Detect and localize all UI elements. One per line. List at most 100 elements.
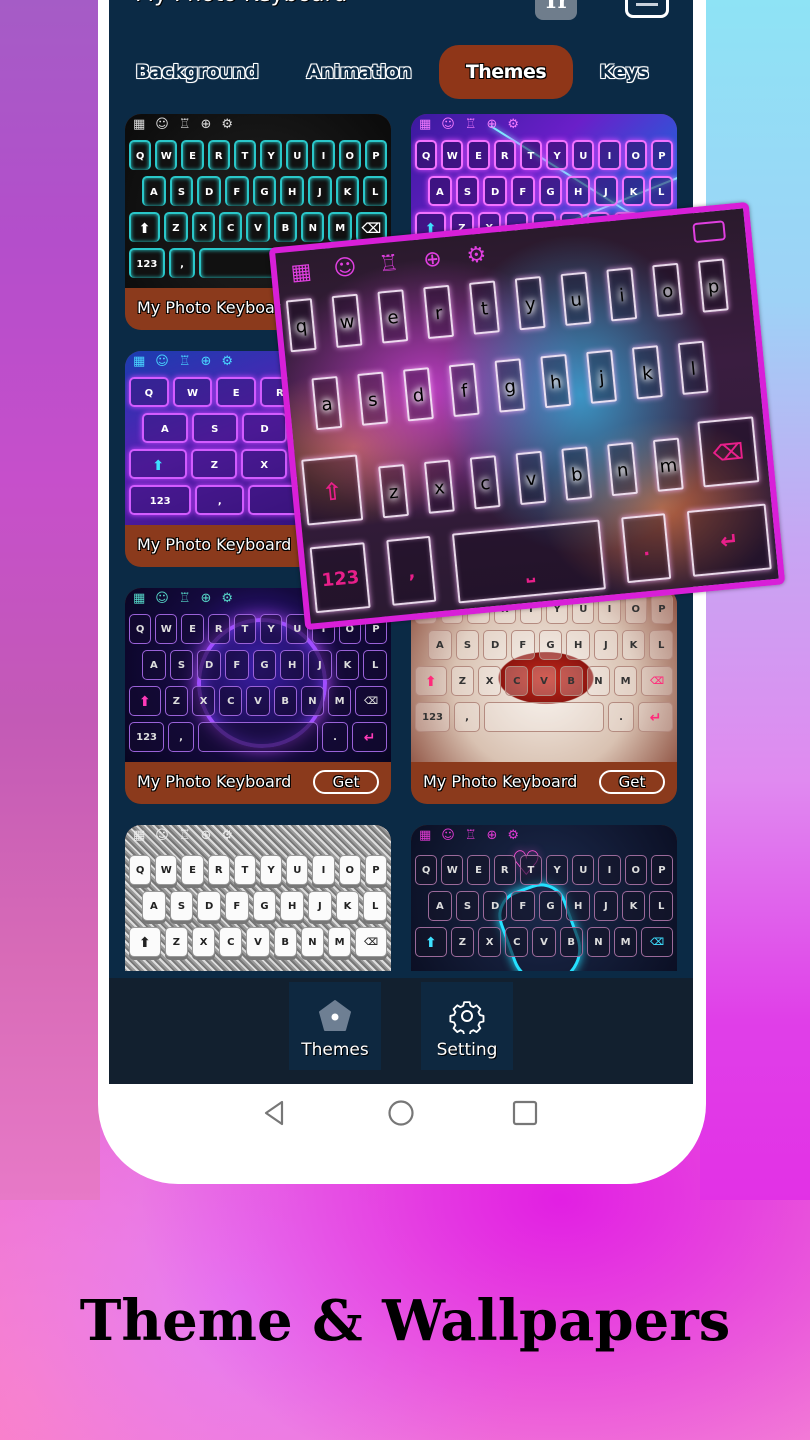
key: J (308, 176, 332, 206)
key: M (328, 212, 352, 242)
key: H (280, 891, 305, 921)
key: f (448, 362, 480, 418)
gear-icon: ⚙ (221, 591, 234, 606)
key: W (155, 140, 178, 170)
key: D (197, 891, 222, 921)
gear-icon: ⚙ (465, 242, 488, 270)
key: L (649, 891, 674, 921)
key: V (532, 666, 556, 696)
key: C (218, 212, 243, 242)
key: D (197, 176, 222, 206)
keyboard-menu-button[interactable] (625, 0, 669, 18)
period-key: . (621, 513, 672, 584)
shift-key: ⬆ (129, 449, 188, 479)
key: N (301, 212, 325, 242)
key: G (538, 176, 563, 206)
key-row-3: ⬆ Z X C V B N M ⌫ (415, 927, 673, 957)
numbers-key: 123 (129, 722, 165, 752)
shirt-icon: ♖ (377, 250, 400, 278)
tab-themes[interactable]: Themes (439, 45, 573, 99)
key: T (233, 140, 257, 170)
key: N (300, 927, 325, 957)
emoji-icon: ☺ (155, 117, 169, 132)
key: P (364, 855, 388, 885)
key-row-1: Q W E R T Y U I O P (415, 140, 674, 170)
key: E (181, 140, 204, 170)
key: Q (129, 855, 152, 885)
key: o (652, 262, 683, 318)
shirt-icon: ♖ (178, 117, 191, 132)
key: K (335, 176, 360, 206)
theme-card[interactable]: ▦ ☺ ♖ ⊕ ⚙ Q W E R T Y U I O P A S D F G … (125, 825, 391, 971)
key: A (428, 630, 452, 660)
key: P (650, 594, 674, 624)
key: I (598, 855, 621, 885)
key: V (532, 927, 556, 957)
apps-icon: ▦ (133, 591, 146, 606)
category-tabs: Background Animation Themes Keys (109, 45, 693, 101)
emoji-icon: ☺ (155, 591, 169, 606)
globe-icon: ⊕ (486, 117, 498, 132)
key: W (172, 377, 213, 407)
enter-key: ↵ (637, 702, 673, 732)
key: X (191, 686, 216, 716)
key: D (483, 891, 508, 921)
key: G (538, 891, 563, 921)
key: I (312, 855, 335, 885)
recents-icon[interactable] (510, 1098, 540, 1128)
nav-item-setting[interactable]: Setting (421, 982, 513, 1070)
theme-card[interactable]: ♡ ▦ ☺ ♖ ⊕ ⚙ Q W E R T Y (411, 825, 677, 971)
period-key: . (608, 702, 634, 732)
get-button[interactable]: Get (313, 770, 379, 794)
key: j (586, 349, 618, 404)
key: F (225, 891, 249, 921)
home-icon[interactable] (386, 1098, 416, 1128)
card-footer: My Photo Keyboard Get (125, 762, 391, 804)
key: L (649, 630, 674, 660)
key: Q (129, 377, 169, 407)
key: R (493, 140, 516, 170)
theme-card[interactable]: Q W E R T Y U I O P A S D (411, 588, 677, 804)
home-pentagon-icon (319, 1000, 351, 1031)
key: Q (415, 140, 438, 170)
back-icon[interactable] (260, 1098, 290, 1128)
nav-item-themes[interactable]: Themes (289, 982, 381, 1070)
key: k (631, 345, 663, 400)
card-footer: My Photo Keyboard Get (411, 762, 677, 804)
key: C (505, 927, 529, 957)
key: T (233, 855, 257, 885)
app-title: My Photo Keyboard (135, 0, 347, 7)
comma-key: , (454, 702, 480, 732)
keyboard-icon (692, 220, 727, 244)
theme-name: My Photo Keyboard (423, 772, 578, 791)
key: Y (546, 855, 569, 885)
key: H (280, 176, 305, 206)
key: Z (164, 927, 188, 957)
globe-icon: ⊕ (422, 246, 443, 274)
font-style-button[interactable]: Tr (535, 0, 577, 20)
get-button[interactable]: Get (599, 770, 665, 794)
theme-name: My Photo Keyboard (137, 772, 292, 791)
emoji-icon: ☺ (332, 254, 358, 282)
tab-background[interactable]: Background (123, 45, 271, 99)
key: s (357, 371, 389, 426)
key: K (621, 176, 646, 206)
key: B (273, 686, 297, 716)
key: O (624, 140, 647, 170)
key: v (515, 450, 547, 506)
key: H (280, 650, 305, 680)
key: L (363, 891, 388, 921)
key: D (483, 176, 508, 206)
bottom-navigation: Themes Setting (109, 978, 693, 1084)
key-row-3: ⬆ Z X C V B N M ⌫ (129, 686, 387, 716)
tab-animation[interactable]: Animation (293, 45, 425, 99)
tab-keys[interactable]: Keys (585, 45, 663, 99)
key: S (169, 650, 194, 680)
key: g (494, 358, 526, 413)
key: q (285, 298, 317, 353)
key: A (142, 650, 166, 680)
key-row-4: 123 , . ↵ (129, 722, 387, 752)
key: C (219, 686, 243, 716)
key: F (511, 630, 535, 660)
key-rows: Q W E R T Y U I O P A S D (129, 614, 388, 758)
